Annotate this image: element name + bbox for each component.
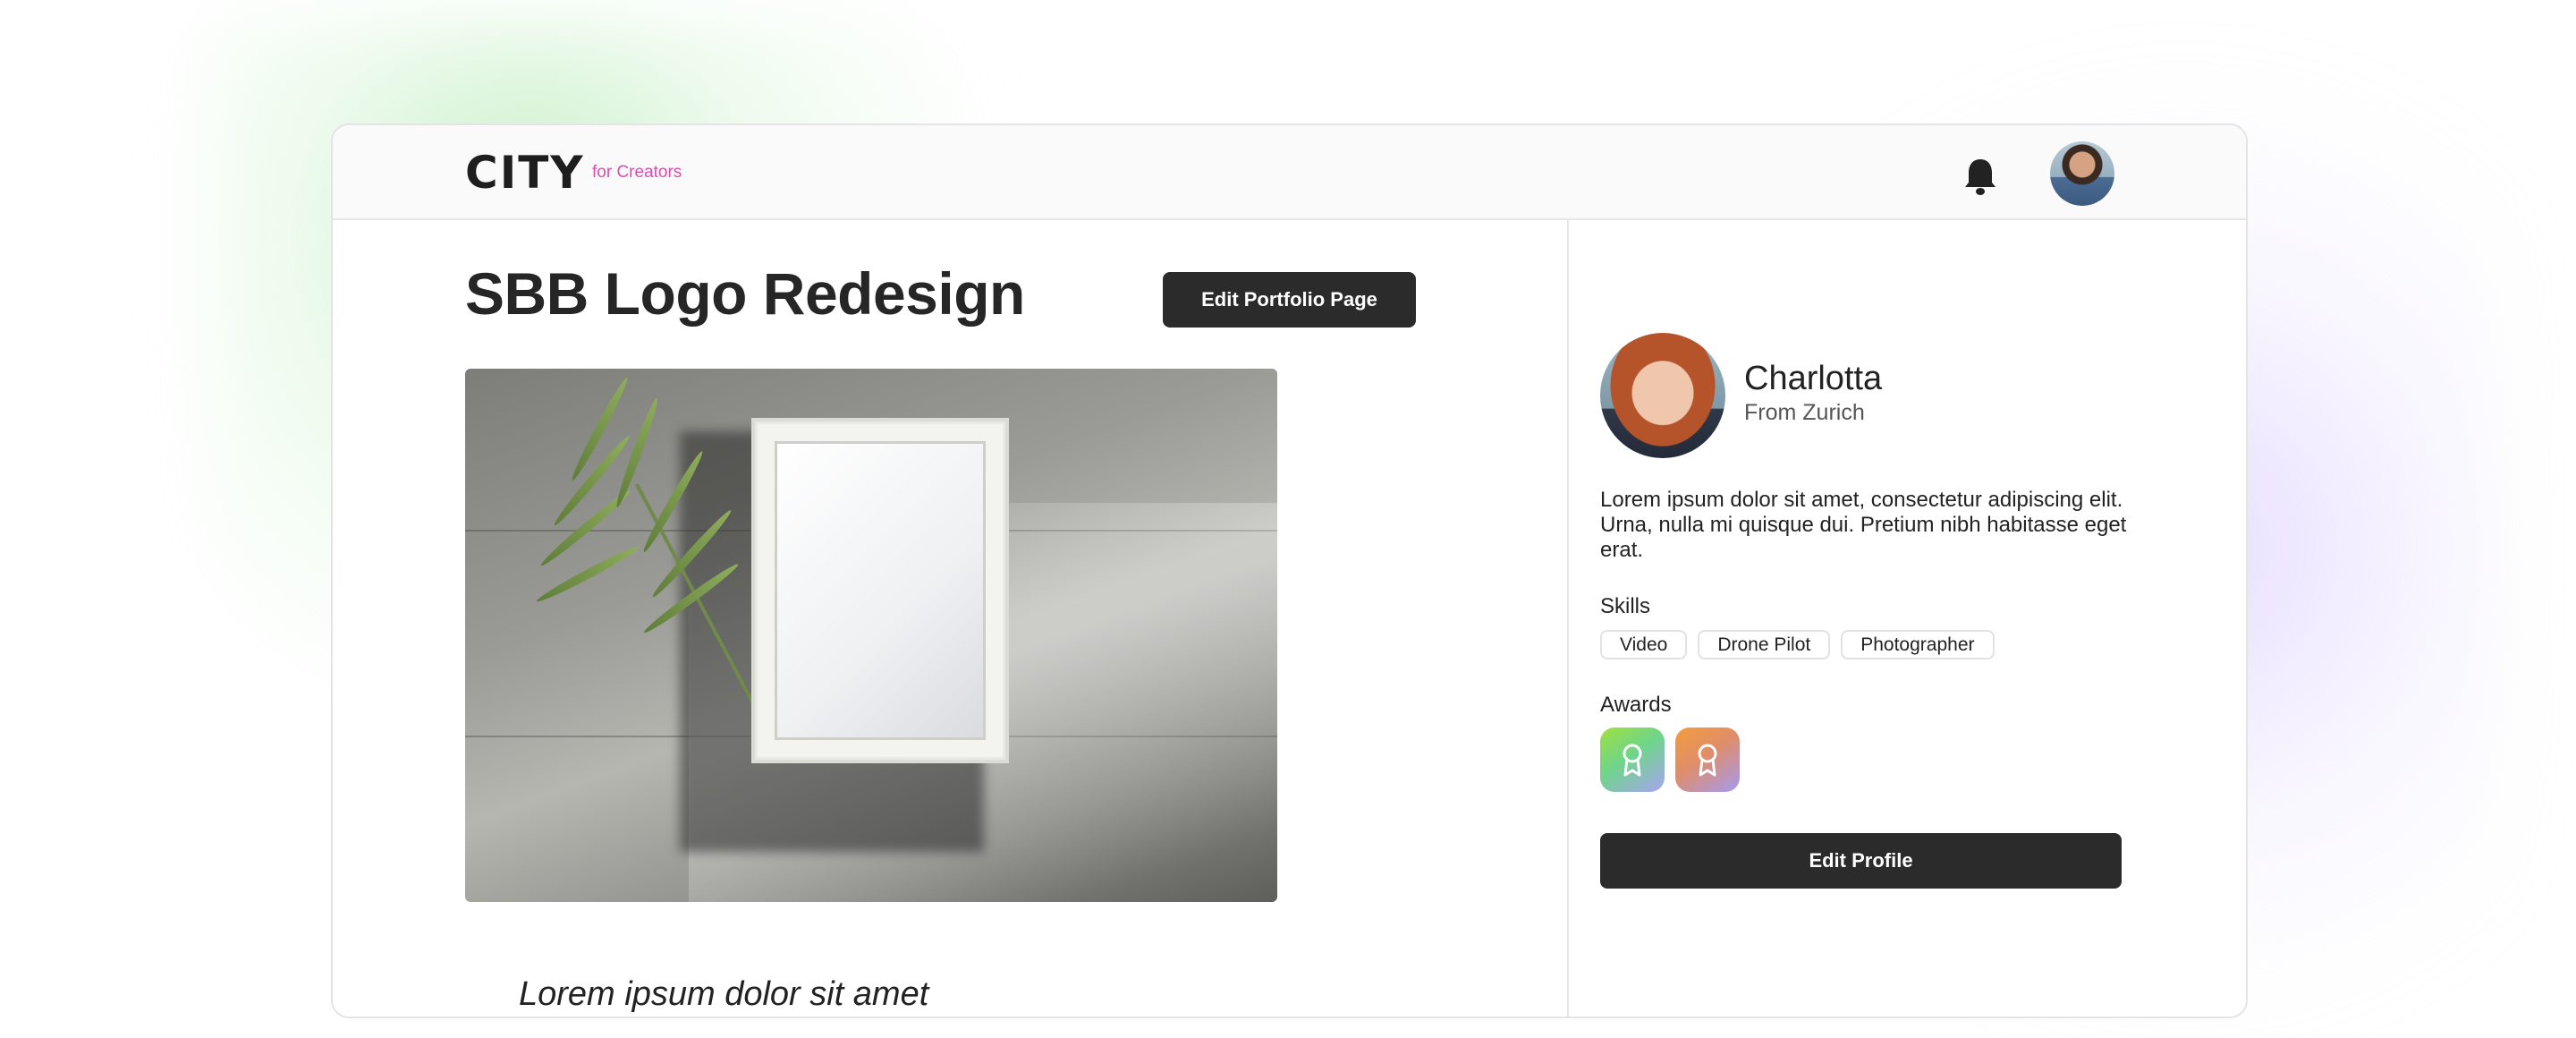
skills-label: Skills [1600, 594, 1651, 618]
app-window: CITY for Creators SBB Logo Redesign Edit… [331, 123, 2248, 1018]
top-bar: CITY for Creators [333, 125, 2246, 220]
profile-photo [1600, 333, 1725, 458]
skill-chip[interactable]: Drone Pilot [1698, 630, 1831, 659]
page-title: SBB Logo Redesign [465, 260, 1025, 327]
logo-subtitle: for Creators [592, 163, 682, 182]
award-ribbon-icon[interactable] [1675, 727, 1740, 792]
awards-list [1600, 727, 1740, 792]
logo-text: CITY [465, 147, 585, 199]
skills-list: Video Drone Pilot Photographer [1600, 630, 1995, 659]
skill-chip[interactable]: Video [1600, 630, 1688, 659]
award-ribbon-icon[interactable] [1600, 727, 1665, 792]
awards-label: Awards [1600, 693, 1672, 717]
profile-name: Charlotta [1744, 360, 1883, 397]
profile-location: From Zurich [1744, 400, 1865, 425]
skill-chip[interactable]: Photographer [1841, 630, 1995, 659]
city-logo[interactable]: CITY [465, 147, 585, 199]
bell-icon[interactable] [1961, 156, 2000, 197]
edit-portfolio-button[interactable]: Edit Portfolio Page [1163, 272, 1416, 328]
user-avatar[interactable] [2050, 141, 2114, 206]
portfolio-hero-image [465, 369, 1277, 902]
column-divider [1567, 220, 1569, 1017]
profile-bio: Lorem ipsum dolor sit amet, consectetur … [1600, 488, 2127, 562]
edit-profile-button[interactable]: Edit Profile [1600, 833, 2122, 889]
